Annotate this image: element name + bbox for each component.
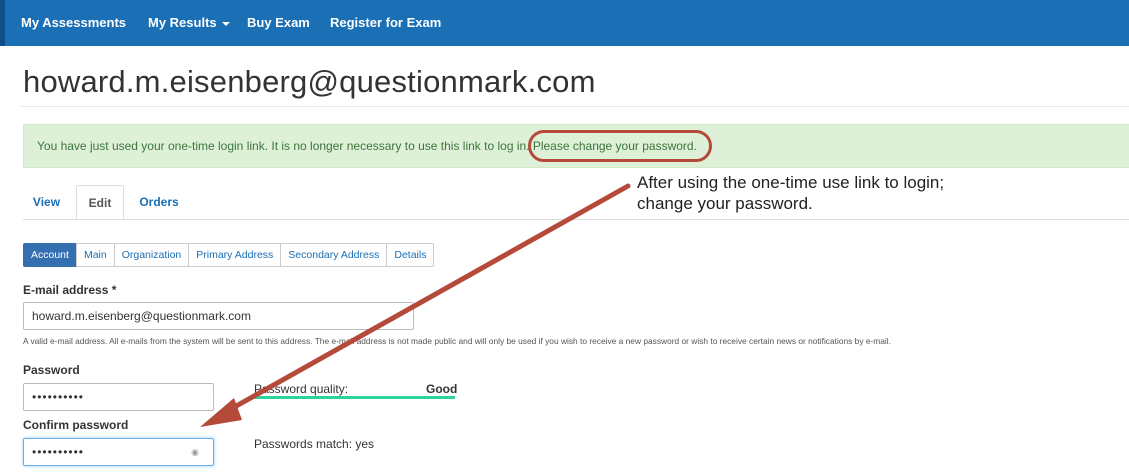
password-value: •••••••••• [32,390,85,404]
title-divider [20,106,1129,107]
tab-label: Orders [139,195,179,209]
confirm-password-value: •••••••••• [32,445,85,459]
nav-item-label: My Assessments [21,15,127,30]
email-value: howard.m.eisenberg@questionmark.com [32,309,251,323]
nav-item-label: My Results [148,15,217,30]
subtab-bar: Account Main Organization Primary Addres… [23,243,435,267]
subtab-primary-address[interactable]: Primary Address [188,243,282,267]
email-field[interactable]: howard.m.eisenberg@questionmark.com [23,302,414,330]
annotation-line-1: After using the one-time use link to log… [637,173,945,192]
subtab-secondary-address[interactable]: Secondary Address [280,243,388,267]
highlight-ring [528,130,712,162]
annotation-line-2: change your password. [637,194,813,213]
tab-view[interactable]: View [23,185,70,219]
arrow-shaft [219,183,631,417]
password-match-status: Passwords match: yes [254,437,375,451]
tab-label: Edit [88,196,112,210]
nav-my-results[interactable]: My Results [148,0,230,46]
caret-down-icon [221,21,230,26]
email-help-text: A valid e-mail address. All e-mails from… [23,336,891,346]
nav-item-label: Register for Exam [330,15,442,30]
confirm-password-label: Confirm password [23,418,129,432]
tab-label: View [32,195,61,209]
tabs-divider [23,219,1129,220]
page-title: howard.m.eisenberg@questionmark.com [23,64,596,99]
nav-register-for-exam[interactable]: Register for Exam [330,0,441,46]
confirm-password-field[interactable]: •••••••••• ◉ [23,438,214,466]
email-label: E-mail address * [23,283,117,297]
top-navbar: My Assessments My Results Buy Exam Regis… [0,0,1129,46]
tab-edit[interactable]: Edit [76,185,124,220]
subtab-main[interactable]: Main [75,243,115,267]
nav-my-assessments[interactable]: My Assessments [21,0,126,46]
tab-orders[interactable]: Orders [132,185,186,219]
subtab-account[interactable]: Account [23,243,77,267]
password-quality-label: Password quality: [254,382,349,396]
subtab-details[interactable]: Details [386,243,435,267]
password-quality-value: Good [426,382,458,396]
password-label: Password [23,363,80,377]
annotation-callout: After using the one-time use link to log… [637,172,944,214]
password-quality-bar [254,396,455,399]
nav-buy-exam[interactable]: Buy Exam [247,0,310,46]
subtab-organization[interactable]: Organization [113,243,190,267]
password-field[interactable]: •••••••••• [23,383,214,411]
nav-item-label: Buy Exam [247,15,310,30]
eye-icon[interactable]: ◉ [191,439,199,465]
